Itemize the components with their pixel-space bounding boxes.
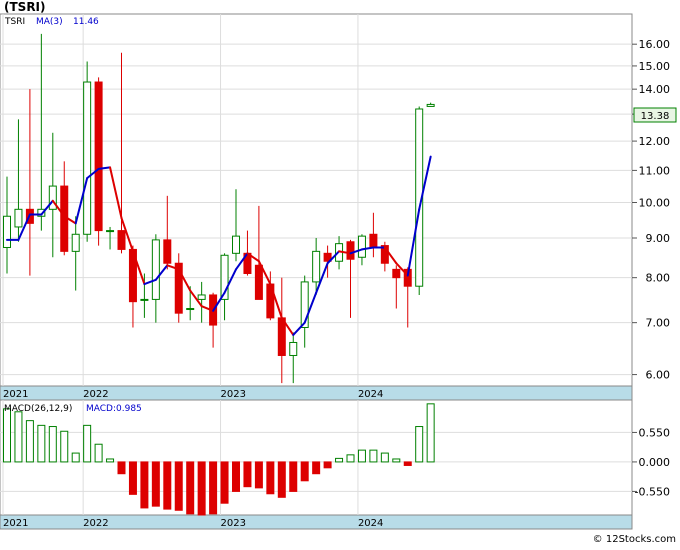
stock-chart-svg: 6.007.008.009.0010.0011.0012.0013.0014.0… [0, 0, 677, 545]
last-price-tag: 13.38 [633, 107, 677, 123]
macd-bar [174, 461, 183, 511]
macd-bar [25, 420, 34, 463]
candle-body [94, 81, 103, 232]
macd-bar [392, 458, 401, 463]
candle-body [357, 235, 366, 258]
candle-body [14, 208, 23, 228]
macd-y-tick-label: -0.550 [635, 485, 670, 498]
price-legend-ticker: TSRI [4, 17, 25, 27]
macd-bar [48, 426, 57, 463]
macd-bar [254, 461, 263, 489]
price-y-tick-label: 12.00 [639, 135, 671, 148]
candle-body [151, 239, 160, 300]
candle-body [426, 103, 435, 107]
macd-bar [83, 424, 92, 463]
macd-bar [312, 461, 321, 475]
macd-bar [403, 461, 412, 466]
price-x-tick-label: 2022 [83, 389, 108, 400]
price-y-tick-label: 9.00 [646, 232, 671, 245]
price-y-tick-label: 6.00 [646, 369, 671, 382]
macd-bar [3, 408, 11, 463]
macd-bar [197, 461, 206, 516]
macd-bar [380, 452, 389, 463]
price-y-tick-label: 15.00 [639, 60, 671, 73]
price-y-tick-label: 7.00 [646, 317, 671, 330]
price-legend-ma-value: 11.46 [73, 17, 99, 27]
macd-bar [128, 461, 137, 495]
candle-body [106, 230, 115, 233]
macd-bar [300, 461, 309, 482]
macd-bar [71, 452, 80, 463]
price-x-tick-label: 2021 [3, 389, 28, 400]
candle-body [232, 235, 240, 254]
macd-bar [243, 461, 252, 488]
macd-bar [232, 461, 240, 492]
macd-bar [117, 461, 126, 475]
macd-legend-name: MACD(26,12,9) [4, 404, 72, 414]
candle-body [346, 241, 355, 260]
price-x-tick-label: 2023 [221, 389, 246, 400]
price-y-tick-label: 11.00 [639, 164, 671, 177]
macd-x-tick-label: 2021 [3, 518, 28, 529]
macd-bar [209, 461, 218, 515]
macd-bar [220, 461, 229, 504]
macd-bar [14, 411, 23, 463]
candle-body [186, 308, 195, 311]
macd-bar [94, 443, 103, 463]
macd-x-tick-label: 2022 [83, 518, 108, 529]
candle-body [392, 268, 401, 279]
candle-body [140, 298, 149, 301]
candle-body [369, 233, 378, 248]
macd-bar [106, 458, 115, 463]
price-x-tick-label: 2024 [358, 389, 383, 400]
macd-bar [323, 461, 332, 469]
macd-bar [289, 461, 298, 492]
candle-body [3, 215, 11, 248]
last-price-value: 13.38 [641, 111, 670, 122]
candle-body [117, 230, 126, 250]
candle-body [48, 185, 57, 210]
macd-bar [140, 461, 149, 509]
macd-bar [335, 457, 344, 463]
price-y-tick-label: 10.00 [639, 197, 671, 210]
macd-y-tick-label: 0.000 [639, 456, 671, 469]
macd-bar [37, 424, 46, 463]
macd-y-tick-label: 0.550 [639, 426, 671, 439]
macd-bar [426, 403, 435, 463]
macd-y-axis: 0.550 0.000 -0.550 [632, 426, 670, 498]
macd-bar [151, 461, 160, 507]
macd-bar [277, 461, 286, 498]
macd-bar [266, 461, 275, 495]
macd-bar [346, 454, 355, 463]
price-y-axis: 6.007.008.009.0010.0011.0012.0013.0014.0… [632, 38, 671, 382]
macd-x-tick-label: 2024 [358, 518, 383, 529]
price-legend-ma: MA(3) [36, 17, 63, 27]
watermark: © 12Stocks.com [593, 534, 676, 545]
price-y-tick-label: 8.00 [646, 272, 671, 285]
macd-x-tick-label: 2023 [221, 518, 246, 529]
candle-body [289, 341, 298, 356]
candle-body [312, 250, 321, 283]
candle-body [197, 294, 206, 300]
macd-bar [369, 449, 378, 463]
candle-body [163, 239, 172, 264]
chart-stage: 6.007.008.009.0010.0011.0012.0013.0014.0… [0, 0, 680, 546]
candle-body [277, 317, 286, 356]
macd-bar [357, 449, 366, 463]
macd-bar [163, 461, 172, 510]
candle-body [71, 233, 80, 252]
candle-body [254, 264, 263, 300]
macd-legend-value: MACD:0.985 [86, 404, 142, 414]
candle-body [83, 81, 92, 235]
chart-symbol-title: (TSRI) [4, 0, 46, 14]
macd-bar [186, 461, 195, 515]
macd-bar [415, 426, 424, 463]
price-y-tick-label: 16.00 [639, 38, 671, 51]
macd-bar [60, 430, 69, 463]
price-y-tick-label: 14.00 [639, 83, 671, 96]
